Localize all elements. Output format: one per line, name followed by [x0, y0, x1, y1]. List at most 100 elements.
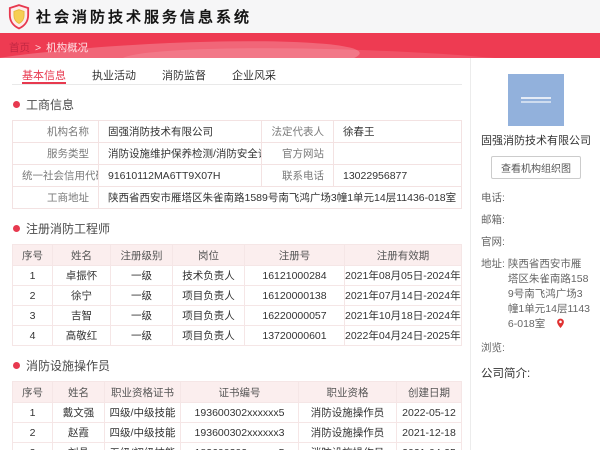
table-cell: 消防设施操作员: [298, 442, 397, 450]
section-title-text: 注册消防工程师: [26, 222, 111, 236]
fire-shield-logo-icon: [8, 3, 30, 30]
field-label: 法定代表人: [261, 120, 334, 143]
field-label: 地址:: [481, 258, 505, 270]
view-org-chart-button[interactable]: 查看机构组织图: [491, 156, 581, 179]
breadcrumb-home-link[interactable]: 首页: [9, 40, 30, 55]
sidebar-field-phone: 电话:: [481, 191, 591, 206]
table-cell: 一级: [110, 305, 173, 326]
sidebar-field-email: 邮箱:: [481, 213, 591, 228]
field-value: 13022956877: [333, 164, 462, 187]
table-cell: 吉智: [52, 305, 111, 326]
table-cell: 16120000138: [244, 285, 345, 306]
field-label: 统一社会信用代码: [12, 164, 99, 187]
table-cell: 1: [12, 402, 53, 423]
table-cell: 2021年10月18日-2024年10月18日: [344, 305, 462, 326]
tab-fire-supervision[interactable]: 消防监督: [162, 67, 206, 84]
company-sidebar: 固强消防技术有限公司 查看机构组织图 电话: 邮箱: 官网: 地址: 陕西省西安…: [470, 58, 600, 450]
field-label: 官网:: [481, 236, 505, 248]
tab-practice-activity[interactable]: 执业活动: [92, 67, 136, 84]
company-name: 固强消防技术有限公司: [481, 135, 591, 147]
table-cell: 2: [12, 422, 53, 443]
operators-table: 序号 姓名 职业资格证书 证书编号 职业资格 创建日期 1 戴文强 四级/中级技能 193600…: [12, 381, 462, 450]
field-value-address: 陕西省西安市雁塔区朱雀南路1589号南飞鸿广场3幢1单元14层11436-018…: [98, 186, 462, 209]
tab-basic-info[interactable]: 基本信息: [22, 67, 66, 84]
section-dot-icon: [13, 225, 20, 232]
address-text: 陕西省西安市雁塔区朱雀南路1589号南飞鸿广场3幢1单元14层11436-018…: [507, 258, 591, 330]
sidebar-field-views: 浏览:: [481, 341, 591, 356]
table-cell: 高敬红: [52, 325, 111, 346]
table-row: 机构名称 固强消防技术有限公司 法定代表人 徐春王: [12, 120, 462, 143]
table-cell: 一级: [110, 265, 173, 286]
left-column: 基本信息 执业活动 消防监督 企业风采 工商信息 机构名称 固强消防技术有限公司…: [0, 58, 470, 450]
main-content: 基本信息 执业活动 消防监督 企业风采 工商信息 机构名称 固强消防技术有限公司…: [0, 58, 600, 450]
table-cell: 项目负责人: [172, 285, 245, 306]
table-cell: 卓振怀: [52, 265, 111, 286]
operators-table-body: 1 戴文强 四级/中级技能 193600302xxxxxx5 消防设施操作员 2022-0…: [12, 402, 462, 450]
table-cell: 4: [12, 325, 53, 346]
table-row: 1 戴文强 四级/中级技能 193600302xxxxxx5 消防设施操作员 2022-0…: [12, 402, 462, 423]
section-dot-icon: [13, 101, 20, 108]
table-row: 2徐宁一级项目负责人161200001382021年07月14日-2024年07…: [12, 285, 462, 306]
table-cell: 2021-12-18: [396, 422, 462, 443]
address-text: 陕西省西安市雁塔区朱雀南路1589号南飞鸿广场3幢1单元14层11436-018…: [108, 191, 457, 204]
field-value: 陕西省西安市雁塔区朱雀南路1589号南飞鸿广场3幢1单元14层11436-018…: [508, 257, 591, 334]
company-logo: [508, 74, 564, 126]
table-cell: 2021年08月05日-2024年08月05日: [344, 265, 462, 286]
app-title: 社会消防技术服务信息系统: [36, 9, 253, 26]
table-cell: 徐宁: [52, 285, 111, 306]
column-header: 序号: [12, 381, 53, 403]
field-label: 联系电话: [261, 164, 334, 187]
field-label: 官方网站: [261, 142, 334, 165]
table-row: 2 赵霞 四级/中级技能 193600302xxxxxx3 消防设施操作员 2021-12…: [12, 422, 462, 443]
table-cell: 四级/中级技能: [104, 422, 181, 443]
table-cell: 一级: [110, 285, 173, 306]
table-cell: 一级: [110, 325, 173, 346]
table-header-row: 序号 姓名 注册级别 岗位 注册号 注册有效期: [12, 244, 462, 266]
tab-bar: 基本信息 执业活动 消防监督 企业风采: [12, 58, 462, 85]
table-cell: 消防设施操作员: [298, 402, 397, 423]
field-value: [333, 142, 462, 165]
section-registered-engineers: 注册消防工程师: [13, 220, 462, 237]
table-cell: 2022-05-12: [396, 402, 462, 423]
column-header: 创建日期: [396, 381, 462, 403]
table-cell: 2022年04月24日-2025年04月24日: [344, 325, 462, 346]
table-cell: 五级/初级技能: [104, 442, 181, 450]
table-cell: 项目负责人: [172, 325, 245, 346]
field-value: 消防设施维护保养检测/消防安全评估: [98, 142, 262, 165]
field-value: 固强消防技术有限公司: [98, 120, 262, 143]
table-cell: 13720000601: [244, 325, 345, 346]
engineers-table: 序号 姓名 注册级别 岗位 注册号 注册有效期 1 卓振怀 一级 技术负责人 1612100028…: [12, 244, 462, 346]
table-cell: 193600302xxxxxx3: [180, 422, 299, 443]
column-header: 职业资格证书: [104, 381, 181, 403]
field-label: 邮箱:: [481, 214, 505, 226]
section-facility-operators: 消防设施操作员: [13, 357, 462, 374]
table-cell: 16220000057: [244, 305, 345, 326]
field-label: 机构名称: [12, 120, 99, 143]
table-row: 4高敬红一级项目负责人137200006012022年04月24日-2025年0…: [12, 325, 462, 346]
table-row: 统一社会信用代码 91610112MA6TT9X07H 联系电话 1302295…: [12, 164, 462, 187]
section-title-text: 工商信息: [26, 98, 75, 112]
table-cell: 193600302xxxxxx5: [180, 402, 299, 423]
tab-company-showcase[interactable]: 企业风采: [232, 67, 276, 84]
table-cell: 3: [12, 305, 53, 326]
table-cell: 赵霞: [52, 422, 105, 443]
table-row: 1卓振怀一级技术负责人161210002842021年08月05日-2024年0…: [12, 265, 462, 286]
breadcrumb-current: 机构概况: [46, 42, 89, 54]
table-row: 工商地址 陕西省西安市雁塔区朱雀南路1589号南飞鸿广场3幢1单元14层1143…: [12, 186, 462, 209]
business-info-table: 机构名称 固强消防技术有限公司 法定代表人 徐春王 服务类型 消防设施维护保养检…: [12, 120, 462, 209]
table-cell: 2: [12, 285, 53, 306]
column-header: 注册级别: [110, 244, 173, 266]
column-header: 姓名: [52, 244, 111, 266]
table-cell: 四级/中级技能: [104, 402, 181, 423]
table-row: 3吉智一级项目负责人162200000572021年10月18日-2024年10…: [12, 305, 462, 326]
map-pin-icon[interactable]: [556, 318, 565, 334]
table-cell: 技术负责人: [172, 265, 245, 286]
field-label: 浏览:: [481, 342, 505, 354]
field-value: 91610112MA6TT9X07H: [98, 164, 262, 187]
company-intro-label: 公司简介:: [481, 368, 531, 380]
field-label: 电话:: [481, 192, 505, 204]
table-cell: 183600302xxxxxx5: [180, 442, 299, 450]
table-cell: 戴文强: [52, 402, 105, 423]
table-cell: 项目负责人: [172, 305, 245, 326]
column-header: 序号: [12, 244, 53, 266]
